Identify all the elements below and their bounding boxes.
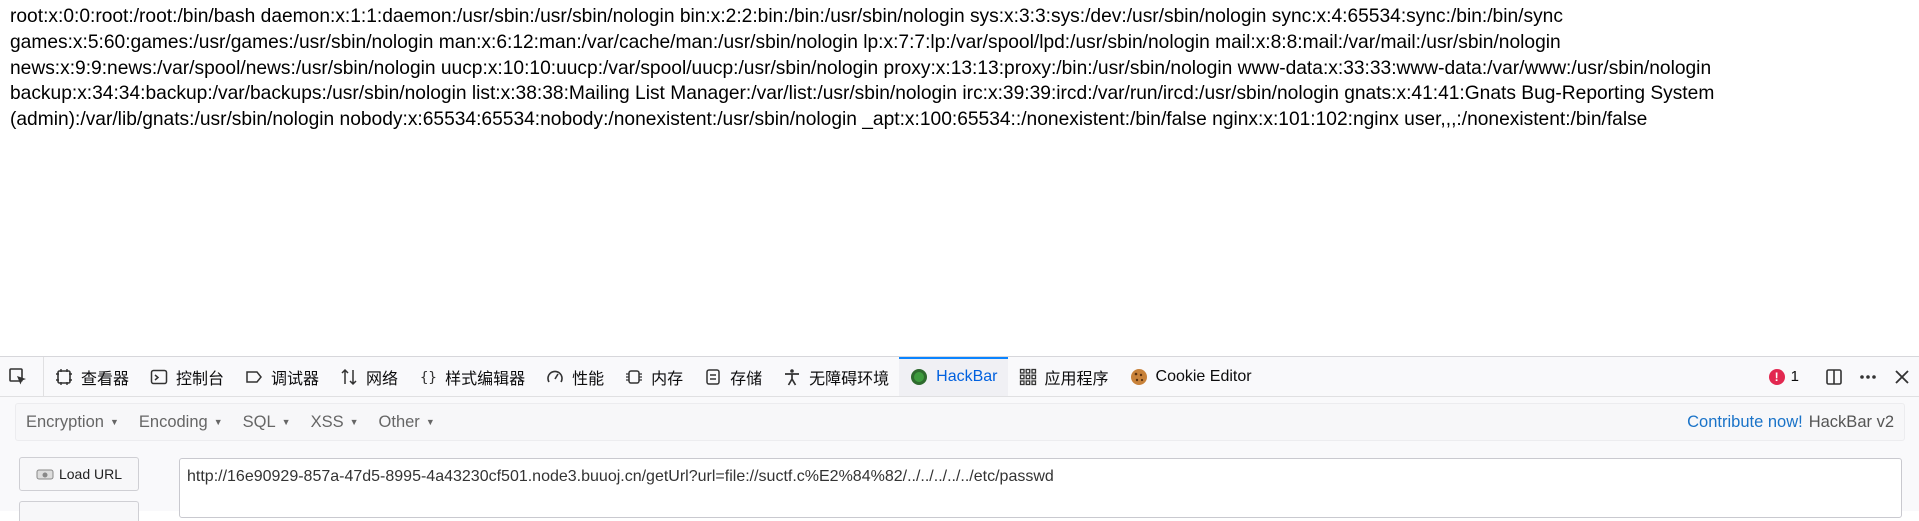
chevron-down-icon: ▼ [213, 417, 223, 427]
tab-debugger[interactable]: 调试器 [234, 357, 329, 396]
url-input[interactable] [179, 458, 1902, 518]
tab-label: HackBar [936, 367, 998, 385]
load-url-label: Load URL [58, 466, 123, 482]
chevron-down-icon: ▼ [425, 417, 435, 427]
cookie-icon [1129, 367, 1149, 387]
tab-label: 查看器 [81, 370, 130, 388]
tab-label: 控制台 [176, 370, 225, 388]
menu-label: Encryption [26, 412, 104, 431]
chevron-down-icon: ▼ [349, 417, 359, 427]
chevron-down-icon: ▼ [109, 417, 119, 427]
accessibility-icon [782, 367, 802, 387]
tab-network[interactable]: 网络 [329, 357, 408, 396]
tab-memory[interactable]: 内存 [614, 357, 693, 396]
hackbar-menubar-right: Contribute now! HackBar v2 [1687, 404, 1894, 440]
chevron-down-icon: ▼ [281, 417, 291, 427]
menu-encoding[interactable]: Encoding ▼ [129, 404, 233, 440]
menu-label: XSS [310, 412, 344, 431]
tab-label: 无障碍环境 [809, 370, 890, 388]
storage-icon [703, 367, 723, 387]
tab-application[interactable]: 应用程序 [1008, 357, 1119, 396]
network-icon [339, 367, 359, 387]
load-url-button[interactable]: Load URL [19, 457, 139, 491]
split-url-button[interactable] [19, 501, 139, 521]
element-picker-icon [8, 367, 28, 387]
tab-cookie[interactable]: Cookie Editor [1119, 357, 1262, 396]
memory-icon [624, 367, 644, 387]
page-body-text: root:x:0:0:root:/root:/bin/bash daemon:x… [10, 6, 1715, 131]
tab-performance[interactable]: 性能 [535, 357, 614, 396]
menu-sql[interactable]: SQL ▼ [233, 404, 301, 440]
tab-inspector[interactable]: 查看器 [44, 357, 139, 396]
error-count-badge[interactable]: ! 1 [1768, 368, 1799, 385]
tab-accessibility[interactable]: 无障碍环境 [772, 357, 899, 396]
console-icon [149, 367, 169, 387]
load-url-icon [36, 467, 54, 481]
performance-icon [545, 367, 565, 387]
hackbar-menubar: Encryption ▼ Encoding ▼ SQL ▼ XSS ▼ Other ▼ Contr… [15, 403, 1905, 441]
debugger-icon [244, 367, 264, 387]
tab-label: Cookie Editor [1155, 367, 1252, 385]
menu-xss[interactable]: XSS ▼ [301, 404, 369, 440]
tab-label: 样式编辑器 [445, 370, 526, 388]
inspector-icon [54, 367, 74, 387]
dock-side-icon[interactable] [1817, 357, 1851, 396]
more-options-icon[interactable] [1851, 357, 1885, 396]
contribute-link[interactable]: Contribute now! [1687, 413, 1803, 432]
tab-label: 存储 [730, 370, 763, 388]
svg-text:{}: {} [420, 370, 437, 386]
tab-storage[interactable]: 存储 [693, 357, 772, 396]
tab-label: 应用程序 [1044, 370, 1109, 388]
menu-label: Other [378, 412, 420, 431]
tab-label: 调试器 [271, 370, 320, 388]
element-picker-button[interactable] [0, 357, 44, 396]
tab-style-editor[interactable]: {} 样式编辑器 [408, 357, 535, 396]
tab-hackbar[interactable]: HackBar [899, 357, 1008, 396]
tab-label: 性能 [572, 370, 605, 388]
menu-label: Encoding [138, 412, 208, 431]
menu-label: SQL [242, 412, 276, 431]
page-content: root:x:0:0:root:/root:/bin/bash daemon:x… [0, 0, 1919, 356]
style-editor-icon: {} [418, 367, 438, 387]
devtools-toolbar: 查看器 控制台 调试器 网络 {} 样式编辑器 性能 内存 存储 无障碍环境 HackBar 应用程序… [0, 357, 1919, 397]
error-icon: ! [1768, 368, 1785, 385]
devtools-toolbar-right: ! 1 [1768, 357, 1919, 396]
tab-label: 内存 [651, 370, 684, 388]
error-count: 1 [1790, 368, 1799, 385]
hackbar-version: HackBar v2 [1808, 412, 1894, 431]
devtools-panel: 查看器 控制台 调试器 网络 {} 样式编辑器 性能 内存 存储 无障碍环境 HackBar 应用程序… [0, 356, 1919, 521]
menu-other[interactable]: Other ▼ [369, 404, 445, 440]
application-icon [1018, 367, 1038, 387]
close-icon[interactable] [1885, 357, 1919, 396]
hackbar-icon [909, 367, 929, 387]
tab-label: 网络 [366, 370, 399, 388]
menu-encryption[interactable]: Encryption ▼ [16, 404, 129, 440]
tab-console[interactable]: 控制台 [139, 357, 234, 396]
